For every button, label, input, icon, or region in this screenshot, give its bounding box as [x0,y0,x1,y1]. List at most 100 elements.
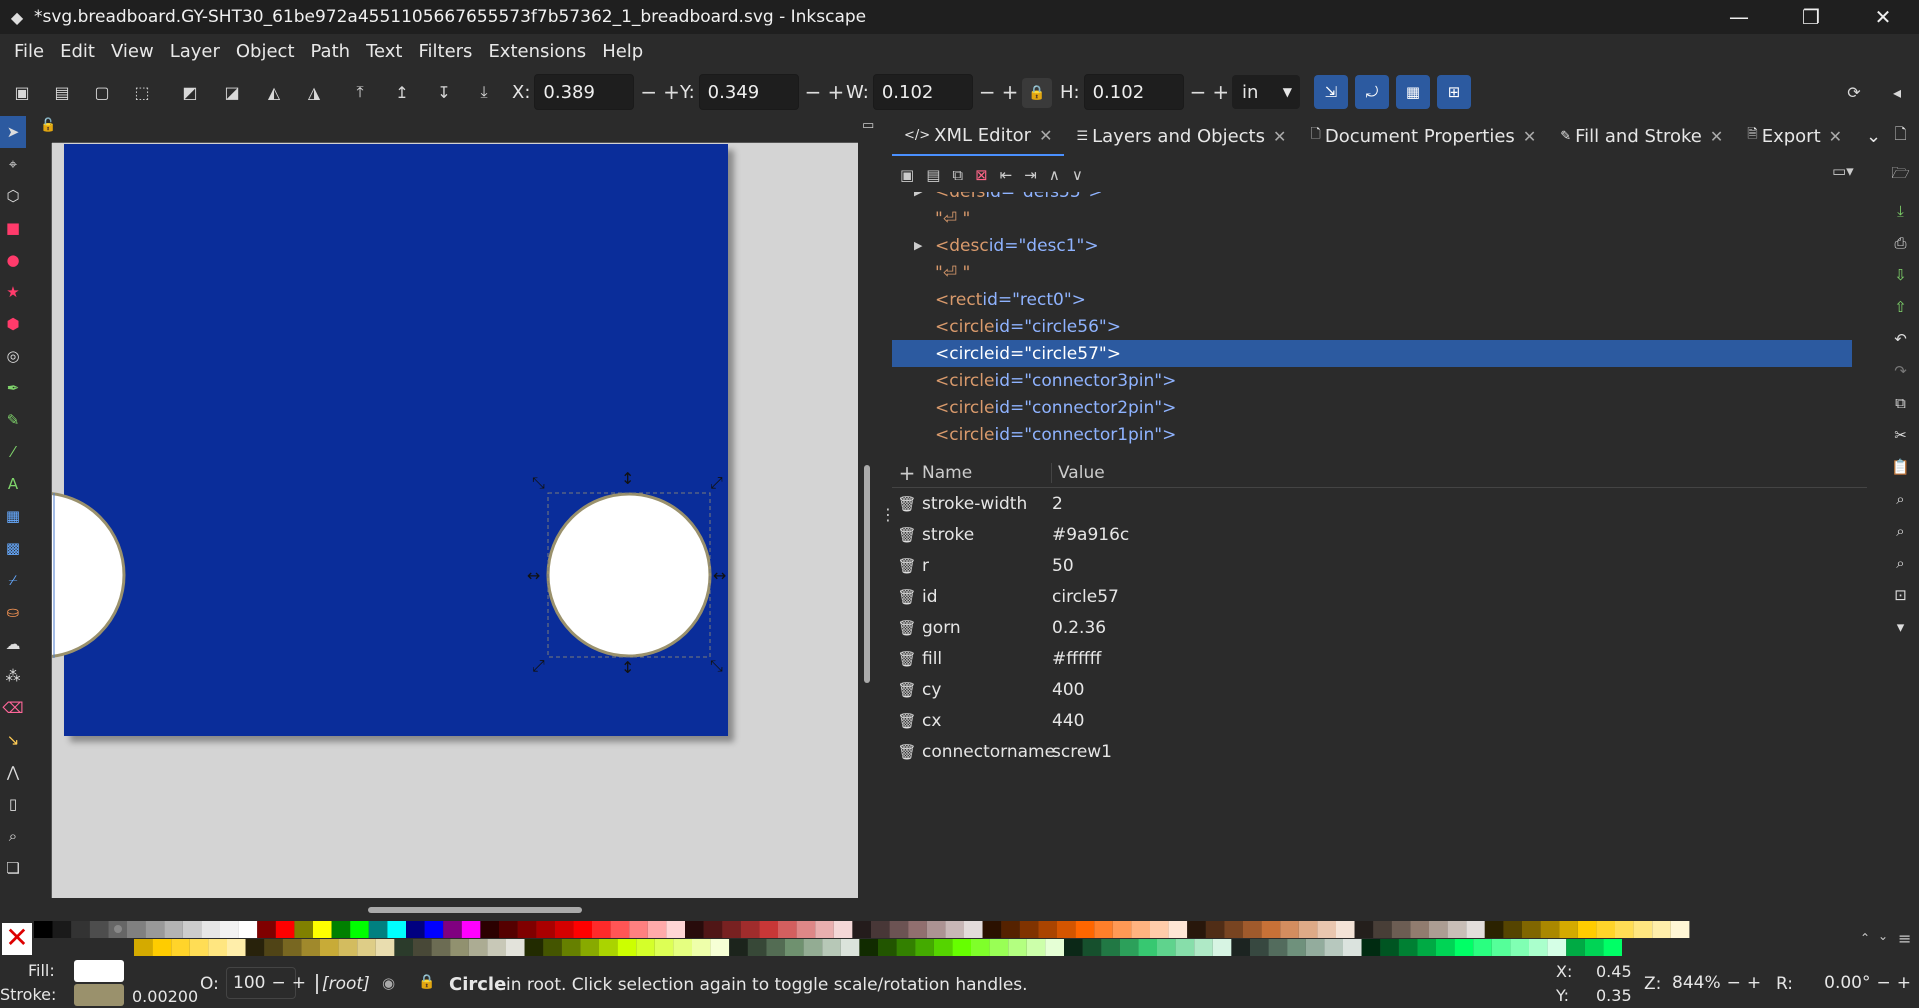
trash-icon[interactable]: 🗑 [892,557,922,575]
unindent-node-icon[interactable]: ⇤ [1000,166,1013,184]
color-swatch[interactable] [1119,939,1139,956]
color-swatch[interactable] [499,921,518,938]
color-swatch[interactable] [71,921,90,938]
color-swatch[interactable] [338,939,358,956]
zoom-center-icon[interactable]: ⊡ [1894,586,1907,604]
rotate-cw-icon[interactable]: ◪ [218,78,246,106]
vertical-scrollbar[interactable] [864,465,870,683]
transform-patterns-icon[interactable]: ⊞ [1437,75,1471,109]
color-swatch[interactable] [610,921,630,938]
attribute-row[interactable]: 🗑 id circle57 [892,581,1867,612]
color-swatch[interactable] [413,939,432,956]
color-swatch[interactable] [387,921,406,938]
color-swatch[interactable] [1205,921,1225,938]
color-swatch[interactable] [536,921,555,938]
stroke-width-value[interactable]: 0.00200 [132,987,198,1006]
color-swatch[interactable] [1559,921,1578,938]
expand-triangle-icon[interactable]: ▶ [914,192,922,198]
color-swatch[interactable] [778,921,797,938]
calligraphy-tool-icon[interactable]: ⁄ [0,436,26,468]
raise-node-icon[interactable]: ∧ [1049,166,1060,184]
color-swatch[interactable] [878,939,897,956]
color-swatch[interactable] [1336,921,1355,938]
indent-node-icon[interactable]: ⇥ [1024,166,1037,184]
attribute-row[interactable]: 🗑 r 50 [892,550,1867,581]
h-decrement-button[interactable]: − [1190,80,1207,104]
measure-tool-icon[interactable]: ▯ [0,788,26,820]
color-swatch[interactable] [729,939,748,956]
color-swatch[interactable] [1324,939,1343,956]
color-swatch[interactable] [1138,939,1157,956]
color-swatch[interactable] [275,921,295,938]
color-swatch[interactable] [971,939,990,956]
xml-node-text[interactable]: "⏎ " [892,205,1852,232]
tab-layers-and-objects[interactable]: ☰ Layers and Objects ✕ [1064,116,1298,156]
spray-tool-icon[interactable]: ⁂ [0,660,26,692]
color-swatch[interactable] [257,921,276,938]
color-swatch[interactable] [982,921,1002,938]
color-swatch[interactable] [785,939,804,956]
color-swatch[interactable] [517,921,537,938]
fill-indicator[interactable] [74,960,124,982]
no-paint-swatch[interactable]: ✕ [2,923,32,955]
add-attribute-button[interactable]: + [892,461,922,485]
color-swatch[interactable] [301,939,320,956]
more-commands-icon[interactable]: ▾ [1897,618,1905,636]
palette-scroll-up-icon[interactable]: ⌃ [1860,931,1870,945]
opacity-field[interactable]: 100− + [226,967,306,999]
color-swatch[interactable] [1082,939,1102,956]
eraser-tool-icon[interactable]: ⌫ [0,692,26,724]
color-swatch[interactable] [573,921,592,938]
color-swatch[interactable] [952,939,971,956]
color-swatch[interactable] [1466,921,1485,938]
color-swatch[interactable] [1305,939,1325,956]
trash-icon[interactable]: 🗑 [892,650,922,668]
color-swatch[interactable] [1596,921,1615,938]
attribute-row[interactable]: 🗑 gorn 0.2.36 [892,612,1867,643]
color-swatch[interactable] [543,939,562,956]
menu-edit[interactable]: Edit [52,41,103,62]
lower-icon[interactable]: ↧ [430,78,458,106]
color-swatch[interactable] [282,939,302,956]
visibility-icon[interactable]: ◉ [382,974,395,992]
color-swatch[interactable] [1112,921,1132,938]
color-swatch[interactable] [803,939,823,956]
paint-bucket-tool-icon[interactable]: ⛀ [0,596,26,628]
menu-help[interactable]: Help [594,41,651,62]
color-swatch[interactable] [852,921,871,938]
xml-node-circle57[interactable]: <circle id="circle57"> [892,340,1852,367]
color-swatch[interactable] [1157,939,1176,956]
color-swatch[interactable] [1280,921,1299,938]
color-swatch[interactable] [989,939,1009,956]
color-swatch[interactable] [1540,921,1560,938]
color-swatch[interactable] [1566,939,1585,956]
color-swatch[interactable] [368,921,388,938]
color-swatch[interactable] [220,921,239,938]
color-swatch[interactable] [1131,921,1150,938]
shape-builder-icon[interactable]: ⬡ [0,180,26,212]
x-increment-button[interactable]: + [663,80,680,104]
xml-node-connector2pin[interactable]: <circle id="connector2pin"> [892,394,1852,421]
color-swatch[interactable] [580,939,599,956]
color-swatch[interactable] [1615,921,1634,938]
star-tool-icon[interactable]: ★ [0,276,26,308]
lock-guides-icon[interactable]: 🔓 [40,118,56,133]
color-swatch[interactable] [1380,939,1399,956]
color-swatch[interactable] [424,921,444,938]
xml-node-desc[interactable]: ▶ <desc id="desc1"> [892,232,1852,259]
gradient-tool-icon[interactable]: ▦ [0,500,26,532]
select-all-layers-icon[interactable]: ▤ [48,78,76,106]
circle57-shape[interactable] [546,492,712,658]
y-decrement-button[interactable]: − [805,80,822,104]
color-swatch[interactable] [431,939,451,956]
h-increment-button[interactable]: + [1212,80,1229,104]
close-icon[interactable]: ✕ [1829,127,1842,146]
color-swatch[interactable] [945,921,964,938]
zoom-drawing-icon[interactable]: ⌕ [1896,522,1904,540]
horizontal-scrollbar[interactable] [368,907,582,913]
color-swatch[interactable] [313,921,332,938]
tab-export[interactable]: 🗎 Export ✕ [1735,116,1854,156]
raise-icon[interactable]: ↥ [388,78,416,106]
tab-fill-and-stroke[interactable]: ✎ Fill and Stroke ✕ [1548,116,1735,156]
text-tool-icon[interactable]: A [0,468,26,500]
